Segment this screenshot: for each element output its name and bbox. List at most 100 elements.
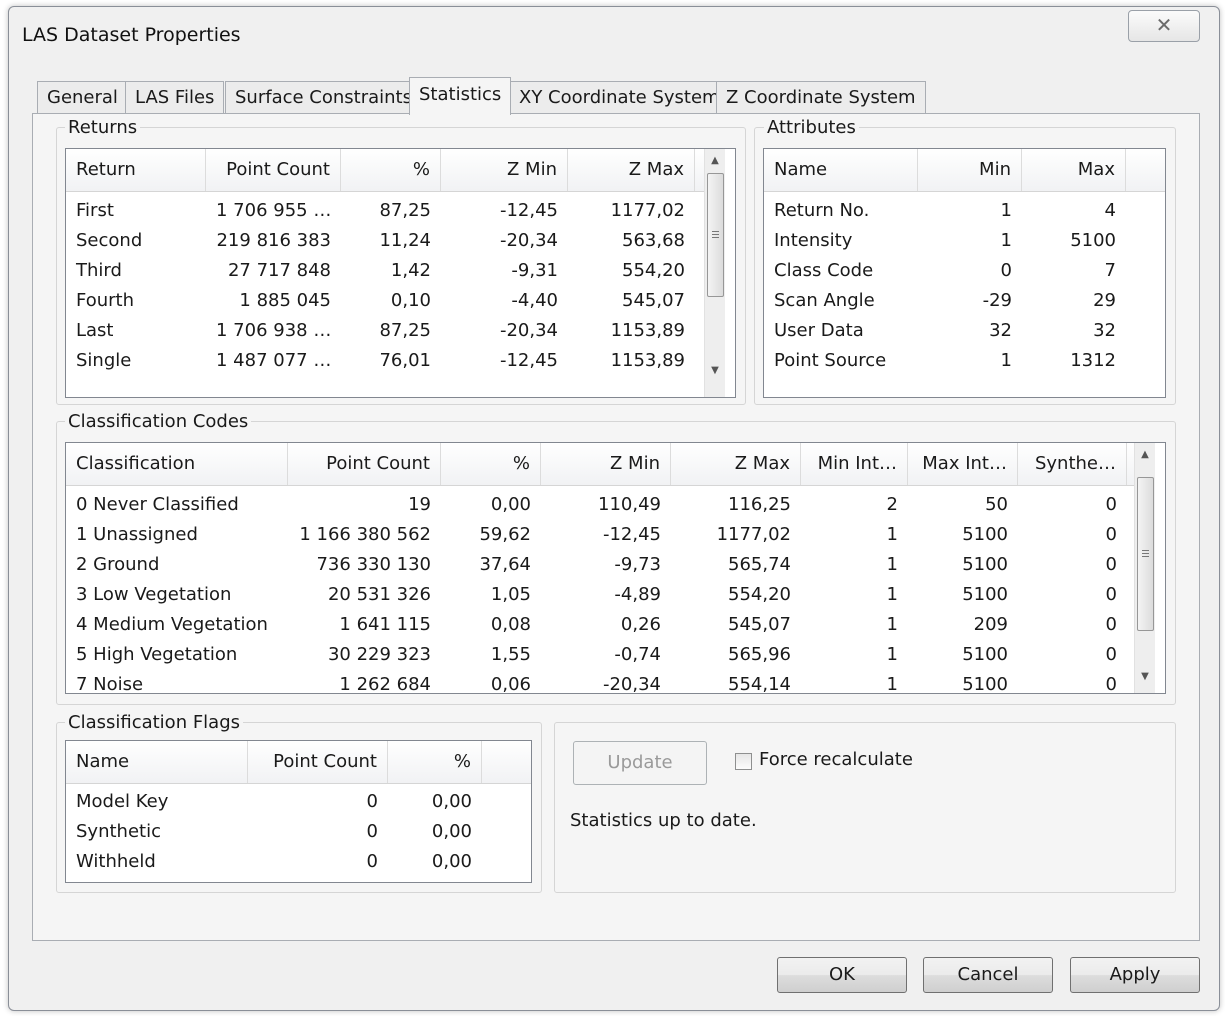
flags-col-percent[interactable]: % (388, 741, 482, 783)
classification-cell: 545,07 (728, 614, 791, 635)
classification-cell: 0 (1105, 554, 1117, 575)
flags-col-point-count[interactable]: Point Count (248, 741, 388, 783)
close-icon: ✕ (1155, 13, 1173, 37)
returns-col-zmax[interactable]: Z Max (568, 149, 695, 191)
scroll-down-arrow-icon[interactable]: ▼ (705, 361, 725, 381)
classification-cell: 554,20 (728, 584, 791, 605)
classification-col-synthetic[interactable]: Synthe… (1018, 443, 1127, 485)
tab-z-coordinate-system[interactable]: Z Coordinate System (716, 81, 926, 114)
classification-col-zmin[interactable]: Z Min (541, 443, 671, 485)
flags-col-name[interactable]: Name (66, 741, 248, 783)
tab-general[interactable]: General (37, 81, 128, 114)
classification-col-min-intensity[interactable]: Min Int… (801, 443, 908, 485)
returns-cell: 76,01 (379, 350, 431, 371)
returns-cell: 1 487 077 … (216, 350, 332, 371)
classification-cell: 110,49 (598, 494, 661, 515)
classification-cell: 1,05 (490, 584, 531, 605)
classification-cell: 0 (1105, 614, 1117, 635)
classification-col-point-count[interactable]: Point Count (288, 443, 441, 485)
returns-cell: 11,24 (379, 230, 431, 251)
classification-cell: 5100 (962, 674, 1008, 694)
ok-button[interactable]: OK (777, 957, 907, 993)
scroll-thumb[interactable] (1137, 477, 1154, 631)
classification-col-max-intensity[interactable]: Max Int… (908, 443, 1018, 485)
tab-surface-constraints[interactable]: Surface Constraints (225, 81, 422, 114)
classification-col-percent[interactable]: % (441, 443, 541, 485)
scroll-up-arrow-icon[interactable]: ▲ (705, 151, 725, 171)
returns-cell: 87,25 (379, 320, 431, 341)
force-recalculate-checkbox[interactable] (735, 753, 752, 770)
returns-scrollbar[interactable]: ▲ ▼ (704, 149, 725, 397)
classification-cell: 20 531 326 (327, 584, 431, 605)
returns-cell: -12,45 (499, 350, 558, 371)
classification-cell: 1 262 684 (339, 674, 431, 694)
returns-cell: -9,31 (511, 260, 558, 281)
returns-table[interactable]: Return Point Count % Z Min Z Max First 1… (65, 148, 736, 398)
flags-cell: Model Key (76, 791, 169, 812)
returns-cell: 0,10 (390, 290, 431, 311)
classification-cell: 50 (985, 494, 1008, 515)
attributes-group-label: Attributes (764, 117, 859, 138)
returns-cell: 1177,02 (610, 200, 685, 221)
classification-cell: 1 166 380 562 (299, 524, 431, 545)
tab-statistics[interactable]: Statistics (409, 77, 512, 115)
flags-cell: 0,00 (431, 851, 472, 872)
classification-codes-table-header: Classification Point Count % Z Min Z Max… (66, 443, 1134, 486)
returns-cell: -20,34 (499, 320, 558, 341)
scroll-down-arrow-icon[interactable]: ▼ (1135, 667, 1155, 687)
classification-cell: 4 Medium Vegetation (76, 614, 268, 635)
attributes-col-name[interactable]: Name (764, 149, 918, 191)
attributes-table-header: Name Min Max (764, 149, 1165, 192)
classification-cell: 736 330 130 (316, 554, 431, 575)
classification-cell: -12,45 (602, 524, 661, 545)
cancel-button[interactable]: Cancel (923, 957, 1053, 993)
returns-cell: 554,20 (622, 260, 685, 281)
classification-cell: 30 229 323 (327, 644, 431, 665)
scroll-thumb[interactable] (707, 173, 724, 297)
returns-col-point-count[interactable]: Point Count (206, 149, 341, 191)
classification-col-classification[interactable]: Classification (66, 443, 288, 485)
attributes-cell: Scan Angle (774, 290, 875, 311)
attributes-table[interactable]: Name Min Max Return No. 1 4 Intensity 1 … (763, 148, 1166, 398)
returns-cell: Last (76, 320, 114, 341)
attributes-col-max[interactable]: Max (1022, 149, 1126, 191)
apply-button[interactable]: Apply (1070, 957, 1200, 993)
returns-col-percent[interactable]: % (341, 149, 441, 191)
tab-xy-coordinate-system[interactable]: XY Coordinate System (509, 81, 730, 114)
returns-col-zmin[interactable]: Z Min (441, 149, 568, 191)
classification-col-zmax[interactable]: Z Max (671, 443, 801, 485)
flags-cell: 0 (366, 821, 378, 842)
returns-cell: 1153,89 (610, 350, 685, 371)
classification-flags-table-header: Name Point Count % (66, 741, 531, 784)
returns-col-return[interactable]: Return (66, 149, 206, 191)
returns-cell: 1 706 955 … (216, 200, 332, 221)
attributes-cell: 32 (1093, 320, 1116, 341)
classification-cell: -20,34 (602, 674, 661, 694)
attributes-cell: 1312 (1070, 350, 1116, 371)
classification-cell: 5100 (962, 644, 1008, 665)
classification-cell: 554,14 (728, 674, 791, 694)
classification-codes-table[interactable]: Classification Point Count % Z Min Z Max… (65, 442, 1166, 694)
classification-cell: 0,26 (620, 614, 661, 635)
returns-cell: -4,40 (511, 290, 558, 311)
returns-cell: Fourth (76, 290, 134, 311)
attributes-cell: 7 (1104, 260, 1116, 281)
classification-cell: 116,25 (728, 494, 791, 515)
scroll-up-arrow-icon[interactable]: ▲ (1135, 445, 1155, 465)
attributes-cell: 5100 (1070, 230, 1116, 251)
classification-cell: -9,73 (614, 554, 661, 575)
classification-cell: 5100 (962, 554, 1008, 575)
classification-cell: -0,74 (614, 644, 661, 665)
classification-cell: 1,55 (490, 644, 531, 665)
classification-codes-scrollbar[interactable]: ▲ ▼ (1134, 443, 1155, 693)
close-button[interactable]: ✕ (1128, 10, 1200, 42)
attributes-col-min[interactable]: Min (918, 149, 1022, 191)
flags-cell: 0 (366, 791, 378, 812)
tab-las-files[interactable]: LAS Files (125, 81, 225, 114)
force-recalculate-label[interactable]: Force recalculate (759, 749, 913, 770)
update-button[interactable]: Update (573, 741, 707, 785)
classification-flags-table[interactable]: Name Point Count % Model Key 0 0,00 Synt… (65, 740, 532, 883)
classification-cell: 0,06 (490, 674, 531, 694)
attributes-cell: Point Source (774, 350, 887, 371)
classification-cell: 0 (1105, 644, 1117, 665)
